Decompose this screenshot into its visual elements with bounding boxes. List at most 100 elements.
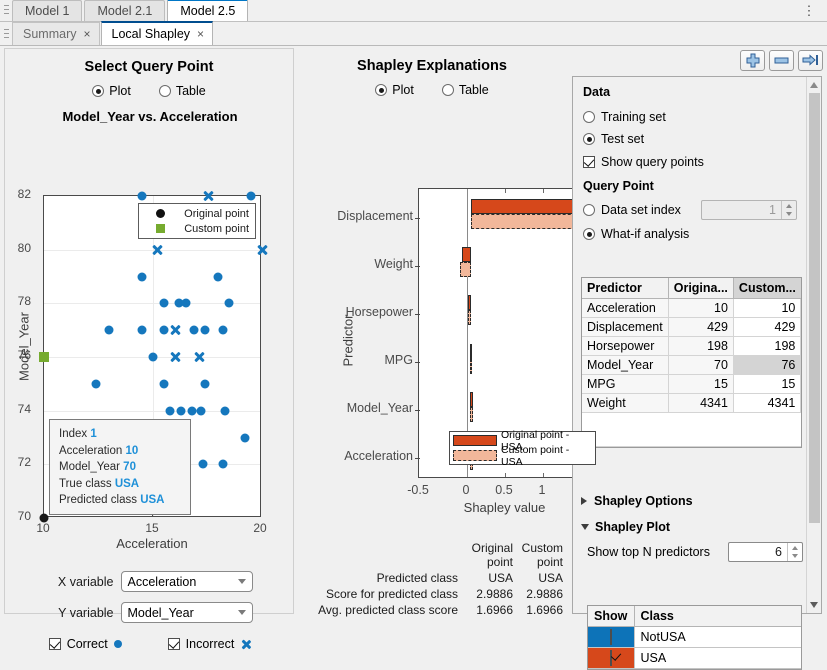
stepper-buttons[interactable] bbox=[787, 543, 802, 561]
settings-panel-scrollbar[interactable] bbox=[806, 77, 821, 613]
shapley-bar-custom[interactable] bbox=[470, 407, 473, 422]
cell-custom-selected[interactable]: 76 bbox=[733, 356, 800, 375]
left-view-mode-radio-group: Plot Table bbox=[5, 84, 293, 98]
vertical-ellipsis-icon[interactable]: ⋮ bbox=[801, 0, 817, 21]
correct-point-marker[interactable] bbox=[138, 192, 147, 201]
cell-custom[interactable]: 198 bbox=[733, 337, 800, 356]
query-mode-data-set-index-radio[interactable]: Data set index bbox=[583, 203, 681, 217]
show-top-n-stepper[interactable]: 6 bbox=[728, 542, 803, 562]
shapley-bar-original[interactable] bbox=[471, 199, 586, 214]
correct-point-marker[interactable] bbox=[159, 299, 168, 308]
model-tab-model-2-1[interactable]: Model 2.1 bbox=[84, 0, 165, 21]
x-variable-select[interactable]: Acceleration bbox=[121, 571, 253, 592]
mid-view-mode-plot[interactable]: Plot bbox=[375, 83, 414, 97]
correct-point-marker[interactable] bbox=[218, 460, 227, 469]
correct-point-marker[interactable] bbox=[138, 326, 147, 335]
correct-point-marker[interactable] bbox=[240, 433, 249, 442]
tab-summary[interactable]: Summary × bbox=[12, 22, 100, 45]
section-shapley-options[interactable]: Shapley Options bbox=[581, 494, 693, 508]
custom-point-marker[interactable] bbox=[39, 352, 49, 362]
shapley-bar-original[interactable] bbox=[470, 392, 473, 407]
show-query-points-checkbox[interactable]: Show query points bbox=[583, 155, 704, 169]
shapley-bar-original[interactable] bbox=[470, 344, 473, 359]
incorrect-point-marker[interactable] bbox=[169, 324, 181, 336]
incorrect-point-marker[interactable] bbox=[151, 244, 163, 256]
correct-point-marker[interactable] bbox=[149, 353, 158, 362]
close-icon[interactable]: × bbox=[197, 23, 204, 45]
col-header-predictor[interactable]: Predictor bbox=[582, 278, 668, 299]
correct-point-marker[interactable] bbox=[159, 379, 168, 388]
stepper-down-icon[interactable] bbox=[788, 552, 802, 561]
col-header-original[interactable]: Origina... bbox=[668, 278, 733, 299]
correct-point-marker[interactable] bbox=[225, 299, 234, 308]
correct-point-marker[interactable] bbox=[166, 406, 175, 415]
scroll-down-icon[interactable] bbox=[810, 602, 818, 608]
shapley-bar-custom[interactable] bbox=[468, 310, 471, 325]
original-point-marker[interactable] bbox=[40, 514, 49, 523]
model-tab-model-1[interactable]: Model 1 bbox=[12, 0, 82, 21]
left-view-mode-plot[interactable]: Plot bbox=[92, 84, 131, 98]
correct-point-marker[interactable] bbox=[196, 406, 205, 415]
cell-custom[interactable]: 4341 bbox=[733, 394, 800, 413]
restore-layout-button[interactable] bbox=[798, 50, 823, 71]
correct-point-marker[interactable] bbox=[247, 192, 256, 201]
shapley-bar-custom[interactable] bbox=[470, 359, 473, 374]
correct-point-marker[interactable] bbox=[181, 299, 190, 308]
close-icon[interactable]: × bbox=[83, 23, 90, 45]
table-row: Horsepower 198 198 bbox=[582, 337, 801, 356]
correct-point-marker[interactable] bbox=[201, 326, 210, 335]
shapley-bar-custom[interactable] bbox=[460, 262, 471, 277]
shapley-plot-area[interactable]: Original point - USA Custom point - USA bbox=[418, 188, 591, 478]
correct-point-marker[interactable] bbox=[190, 326, 199, 335]
correct-point-marker[interactable] bbox=[159, 326, 168, 335]
col-header-custom[interactable]: Custom... bbox=[733, 278, 800, 299]
stepper-down-icon[interactable] bbox=[782, 210, 796, 219]
scroll-up-icon[interactable] bbox=[810, 82, 818, 88]
dataset-training-set-radio[interactable]: Training set bbox=[583, 110, 666, 124]
incorrect-checkbox[interactable]: Incorrect bbox=[168, 637, 252, 651]
incorrect-point-marker[interactable] bbox=[169, 351, 181, 363]
stepper-up-icon[interactable] bbox=[788, 543, 802, 552]
tab-bar-grip[interactable] bbox=[0, 0, 12, 21]
doc-tab-bar-grip[interactable] bbox=[0, 23, 12, 45]
correct-point-marker[interactable] bbox=[138, 272, 147, 281]
correct-point-marker[interactable] bbox=[220, 406, 229, 415]
query-point-table[interactable]: Predictor Origina... Custom... Accelerat… bbox=[581, 277, 802, 448]
stepper-up-icon[interactable] bbox=[782, 201, 796, 210]
correct-checkbox[interactable]: Correct bbox=[49, 637, 122, 651]
cell-custom[interactable]: 429 bbox=[733, 318, 800, 337]
cell-custom[interactable]: 15 bbox=[733, 375, 800, 394]
shapley-bar-original[interactable] bbox=[462, 247, 471, 262]
zoom-in-button[interactable] bbox=[740, 50, 765, 71]
correct-point-marker[interactable] bbox=[177, 406, 186, 415]
correct-point-marker[interactable] bbox=[201, 379, 210, 388]
data-set-index-stepper[interactable]: 1 bbox=[701, 200, 797, 220]
correct-point-marker[interactable] bbox=[188, 406, 197, 415]
incorrect-point-marker[interactable] bbox=[193, 351, 205, 363]
correct-point-marker[interactable] bbox=[105, 326, 114, 335]
section-shapley-plot[interactable]: Shapley Plot bbox=[581, 520, 670, 534]
mid-view-mode-table[interactable]: Table bbox=[442, 83, 489, 97]
model-tab-model-2-5[interactable]: Model 2.5 bbox=[167, 0, 248, 21]
class-visibility-table[interactable]: Show Class NotUSA USA bbox=[587, 605, 802, 670]
correct-point-marker[interactable] bbox=[214, 272, 223, 281]
zoom-out-button[interactable] bbox=[769, 50, 794, 71]
y-variable-select[interactable]: Model_Year bbox=[121, 602, 253, 623]
shapley-bar-original[interactable] bbox=[468, 295, 471, 310]
scrollbar-thumb[interactable] bbox=[809, 93, 820, 523]
incorrect-point-marker[interactable] bbox=[256, 244, 268, 256]
correct-point-marker[interactable] bbox=[199, 460, 208, 469]
stepper-buttons[interactable] bbox=[781, 201, 796, 219]
query-mode-what-if-radio[interactable]: What-if analysis bbox=[583, 227, 689, 241]
tab-local-shapley[interactable]: Local Shapley × bbox=[101, 21, 214, 45]
shapley-bar-custom[interactable] bbox=[471, 214, 586, 229]
correct-point-marker[interactable] bbox=[92, 379, 101, 388]
correct-point-marker[interactable] bbox=[218, 326, 227, 335]
show-checkbox-usa[interactable] bbox=[588, 648, 634, 669]
show-checkbox-notusa[interactable] bbox=[588, 627, 634, 648]
left-view-mode-table[interactable]: Table bbox=[159, 84, 206, 98]
incorrect-point-marker[interactable] bbox=[202, 190, 214, 202]
shapley-x-axis-label: Shapley value bbox=[418, 500, 591, 515]
dataset-test-set-radio[interactable]: Test set bbox=[583, 132, 644, 146]
cell-custom[interactable]: 10 bbox=[733, 299, 800, 318]
